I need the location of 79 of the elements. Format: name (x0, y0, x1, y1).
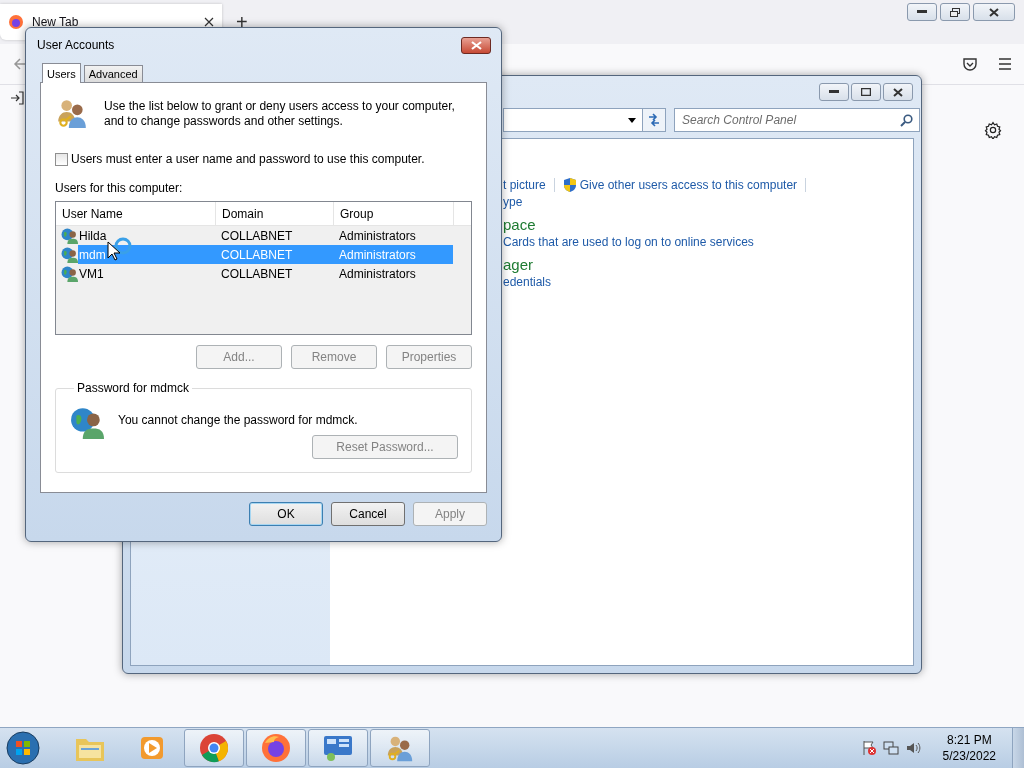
taskbar-button[interactable] (308, 729, 368, 767)
intro-text: and to change passwords and other settings. (104, 114, 344, 128)
user-icon (61, 227, 78, 244)
shield-icon (562, 177, 577, 193)
sign-in-icon[interactable] (10, 91, 24, 105)
table-cell: Administrators (339, 266, 416, 281)
refresh-icon (647, 113, 661, 127)
flag-icon[interactable] (860, 740, 877, 756)
close-button[interactable] (883, 83, 913, 101)
table-cell: COLLABNET (221, 228, 293, 243)
tab[interactable]: Advanced (83, 65, 143, 82)
close-button[interactable] (461, 36, 491, 54)
media-player-icon (139, 735, 165, 761)
firefox-icon (8, 14, 24, 30)
list-row[interactable]: VM1 COLLABNET Administrators (78, 264, 453, 283)
caret-icon (628, 117, 636, 123)
dialog-button[interactable]: Cancel (331, 502, 405, 526)
password-message: You cannot change the password for mdmck. (118, 413, 358, 427)
menu-icon[interactable] (998, 58, 1012, 70)
settings-icon[interactable] (984, 121, 1002, 139)
chrome-icon (199, 733, 229, 763)
close-icon (470, 40, 482, 50)
section-heading[interactable]: pace (503, 216, 913, 233)
user-icon (61, 246, 78, 263)
clock-time: 8:21 PM (946, 732, 992, 748)
close-icon[interactable] (204, 17, 214, 27)
restore-button[interactable] (940, 3, 970, 21)
minimize-icon (917, 10, 927, 14)
task-link[interactable]: Cards that are used to log on to online services (503, 235, 913, 249)
pocket-icon[interactable] (962, 56, 978, 72)
minimize-button[interactable] (819, 83, 849, 101)
checkbox-label: Users must enter a user name and password to use this computer. (71, 152, 425, 166)
address-field[interactable] (503, 108, 643, 132)
maximize-icon (861, 88, 871, 96)
network-icon[interactable] (882, 740, 899, 756)
column-header[interactable]: Group (334, 202, 454, 225)
table-cell: Administrators (339, 228, 416, 243)
taskbar-button[interactable] (370, 729, 430, 767)
taskbar-button[interactable] (184, 729, 244, 767)
table-cell: Administrators (339, 247, 416, 262)
table-cell: COLLABNET (221, 266, 293, 281)
intro-text: Use the list below to grant or deny users access to your computer, (104, 99, 455, 113)
column-header[interactable]: User Name (56, 202, 216, 225)
close-icon (893, 87, 903, 97)
list-label: Users for this computer: (55, 181, 184, 195)
window-title: User Accounts (37, 38, 116, 52)
clock[interactable]: 8:21 PM 5/23/2022 (942, 732, 996, 764)
user-icon (61, 265, 78, 282)
table-cell: Hilda (79, 228, 107, 243)
checkbox[interactable] (55, 152, 68, 166)
search-field[interactable]: Search Control Panel (674, 108, 920, 132)
group-title: Password for mdmck (76, 381, 191, 395)
minimize-icon (829, 90, 839, 94)
task-link[interactable]: t picture (503, 178, 546, 192)
control-panel-icon (322, 734, 354, 762)
dialog-button[interactable]: OK (249, 502, 323, 526)
table-cell: VM1 (79, 266, 104, 281)
new-tab-button[interactable]: + (232, 8, 252, 36)
clock-date: 5/23/2022 (942, 748, 996, 764)
volume-icon[interactable] (904, 740, 921, 756)
refresh-button[interactable] (642, 108, 666, 132)
list-row[interactable]: Hilda COLLABNET Administrators (78, 226, 453, 245)
firefox-icon (261, 733, 291, 763)
section-heading[interactable]: ager (503, 256, 913, 273)
table-cell: mdm (79, 247, 106, 262)
close-button[interactable] (973, 3, 1015, 21)
taskbar-button[interactable] (246, 729, 306, 767)
minimize-button[interactable] (907, 3, 937, 21)
column-header[interactable]: Domain (216, 202, 334, 225)
user-icon (70, 405, 104, 439)
tab[interactable]: Users (42, 63, 81, 83)
back-icon[interactable] (12, 56, 28, 72)
task-link[interactable]: Give other users access to this computer (562, 177, 798, 193)
close-icon (989, 7, 999, 17)
table-cell: COLLABNET (221, 247, 293, 262)
maximize-button[interactable] (851, 83, 881, 101)
task-link[interactable]: ype (503, 195, 913, 209)
task-link[interactable]: edentials (503, 275, 913, 289)
restore-icon (950, 7, 960, 17)
